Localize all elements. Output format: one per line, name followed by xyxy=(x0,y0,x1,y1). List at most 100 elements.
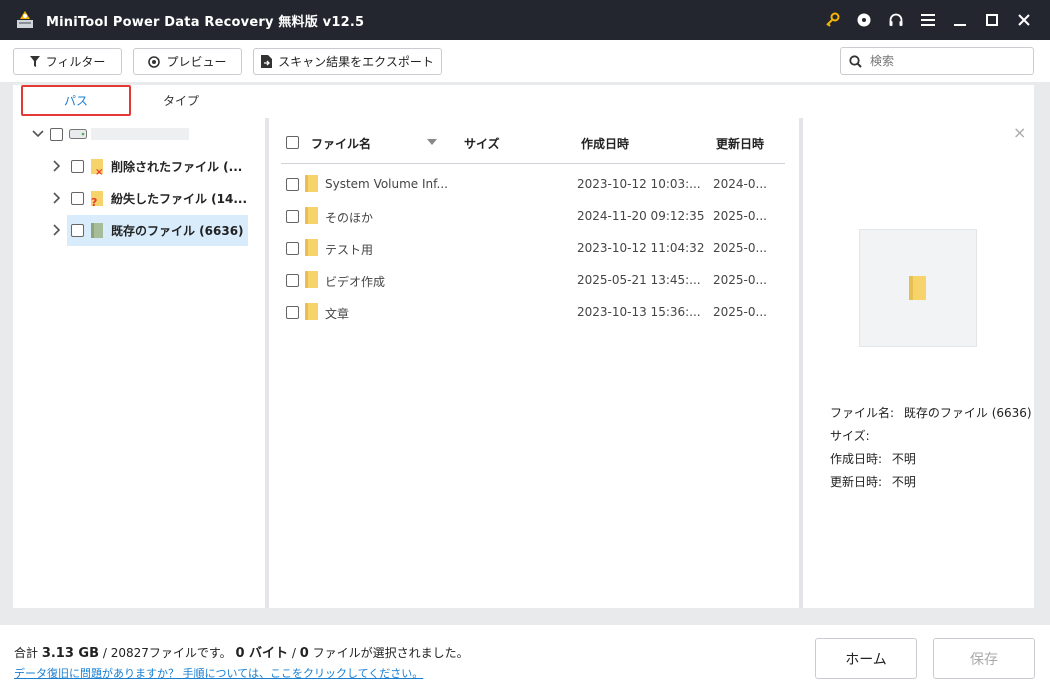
preview-close-icon[interactable]: × xyxy=(1013,123,1026,142)
lost-folder-icon: ? xyxy=(90,190,104,209)
chevron-right-icon[interactable] xyxy=(49,158,65,174)
drive-icon xyxy=(69,129,87,139)
filter-button[interactable]: フィルター xyxy=(13,48,122,75)
column-header-created[interactable]: 作成日時 xyxy=(581,135,629,152)
tree-item-lost[interactable]: ? 紛失したファイル (14... xyxy=(49,184,247,212)
list-header: ファイル名 サイズ 作成日時 更新日時 xyxy=(281,118,785,164)
filter-icon xyxy=(29,56,40,67)
tree-item-checkbox[interactable] xyxy=(71,191,84,205)
search-icon xyxy=(849,54,862,68)
preview-button[interactable]: プレビュー xyxy=(133,48,242,75)
preview-button-label: プレビュー xyxy=(166,55,227,69)
row-checkbox[interactable] xyxy=(286,274,299,287)
tree-item-label: 削除されたファイル (... xyxy=(111,159,243,174)
row-created: 2023-10-13 15:36:... xyxy=(577,305,701,319)
summary-mid: / 20827ファイルです。 xyxy=(99,646,236,660)
eye-icon xyxy=(148,55,161,68)
total-size: 3.13 GB xyxy=(41,646,100,661)
row-modified: 2025-0... xyxy=(713,241,767,255)
preview-size-label: サイズ: xyxy=(830,429,870,443)
tree-item-deleted[interactable]: × 削除されたファイル (... xyxy=(49,152,242,180)
help-link[interactable]: データ復旧に問題がありますか？ 手順については、ここをクリックしてください。 xyxy=(14,665,423,681)
tree-item-existing[interactable]: 既存のファイル (6636) xyxy=(49,216,244,244)
save-button[interactable]: 保存 xyxy=(933,638,1035,679)
tree-item-checkbox[interactable] xyxy=(71,159,84,173)
preview-name-label: ファイル名: xyxy=(830,406,895,420)
home-button[interactable]: ホーム xyxy=(815,638,917,679)
folder-icon xyxy=(305,303,318,320)
preview-modified-value: 不明 xyxy=(891,475,916,489)
chevron-down-icon[interactable] xyxy=(30,126,46,142)
headset-icon[interactable] xyxy=(880,0,912,40)
preview-name-row: ファイル名: 既存のファイル (6636) xyxy=(830,404,1032,421)
export-icon xyxy=(261,55,273,68)
search-input[interactable] xyxy=(870,54,1020,68)
folder-icon xyxy=(909,276,926,300)
minimize-icon[interactable] xyxy=(944,0,976,40)
tree-splitter[interactable] xyxy=(265,118,269,608)
chevron-right-icon[interactable] xyxy=(49,190,65,206)
scan-summary: 合計 3.13 GB / 20827ファイルです。 0 バイト / 0 ファイル… xyxy=(14,642,469,661)
preview-pane: × ファイル名: 既存のファイル (6636) サイズ: 作成日時: 不明 更新… xyxy=(803,118,1034,608)
preview-name-value: 既存のファイル (6636) xyxy=(903,406,1032,420)
svg-text:?: ? xyxy=(91,196,97,208)
results-panel: パス タイプ × 削除されたファイル (... ? 紛失したファイル (14..… xyxy=(13,85,1034,608)
tree-root[interactable] xyxy=(30,120,189,148)
table-row[interactable]: 文章 2023-10-13 15:36:... 2025-0... xyxy=(281,296,799,328)
tab-type[interactable]: タイプ xyxy=(131,85,231,116)
tree-item-label: 紛失したファイル (14... xyxy=(111,191,248,206)
app-logo-icon xyxy=(14,9,36,31)
view-tabs: パス タイプ xyxy=(13,85,1034,118)
row-created: 2025-05-21 13:45:... xyxy=(577,273,701,287)
tree-root-checkbox[interactable] xyxy=(50,127,63,141)
row-modified: 2025-0... xyxy=(713,273,767,287)
app-title: MiniTool Power Data Recovery 無料版 v12.5 xyxy=(46,14,365,30)
summary-prefix: 合計 xyxy=(14,646,42,660)
table-row[interactable]: System Volume Inf... 2023-10-12 10:03:..… xyxy=(281,168,799,200)
select-all-checkbox[interactable] xyxy=(286,136,299,149)
row-name: System Volume Inf... xyxy=(325,177,448,191)
drive-label-redacted xyxy=(91,128,189,140)
toolbar: フィルター プレビュー スキャン結果をエクスポート xyxy=(0,40,1050,82)
column-header-name[interactable]: ファイル名 xyxy=(311,135,371,152)
search-box[interactable] xyxy=(840,47,1034,75)
preview-created-row: 作成日時: 不明 xyxy=(830,450,916,467)
preview-thumbnail xyxy=(859,229,977,347)
folder-icon xyxy=(305,239,318,256)
preview-created-value: 不明 xyxy=(891,452,916,466)
export-button[interactable]: スキャン結果をエクスポート xyxy=(253,48,442,75)
disc-icon[interactable] xyxy=(848,0,880,40)
row-created: 2023-10-12 11:04:32 xyxy=(577,241,705,255)
row-checkbox[interactable] xyxy=(286,178,299,191)
selected-count: 0 xyxy=(299,646,309,661)
sort-desc-icon[interactable] xyxy=(427,139,437,145)
tree-item-checkbox[interactable] xyxy=(71,223,84,237)
key-icon[interactable] xyxy=(816,0,848,40)
summary-mid2: / xyxy=(288,646,300,660)
folder-icon xyxy=(305,271,318,288)
tab-path[interactable]: パス xyxy=(21,85,131,116)
table-row[interactable]: そのほか 2024-11-20 09:12:35 2025-0... xyxy=(281,200,799,232)
table-row[interactable]: ビデオ作成 2025-05-21 13:45:... 2025-0... xyxy=(281,264,799,296)
row-modified: 2024-0... xyxy=(713,177,767,191)
table-row[interactable]: テスト用 2023-10-12 11:04:32 2025-0... xyxy=(281,232,799,264)
row-created: 2023-10-12 10:03:... xyxy=(577,177,701,191)
title-bar: MiniTool Power Data Recovery 無料版 v12.5 xyxy=(0,0,1050,40)
deleted-folder-icon: × xyxy=(90,158,104,178)
svg-text:×: × xyxy=(95,167,103,176)
column-header-size[interactable]: サイズ xyxy=(464,135,500,152)
row-checkbox[interactable] xyxy=(286,210,299,223)
column-header-modified[interactable]: 更新日時 xyxy=(716,135,764,152)
chevron-right-icon[interactable] xyxy=(49,222,65,238)
filter-button-label: フィルター xyxy=(45,55,106,69)
menu-icon[interactable] xyxy=(912,0,944,40)
close-icon[interactable] xyxy=(1008,0,1040,40)
preview-size-row: サイズ: xyxy=(830,427,876,444)
maximize-icon[interactable] xyxy=(976,0,1008,40)
folder-icon xyxy=(305,175,318,192)
summary-suffix: ファイルが選択されました。 xyxy=(308,646,469,660)
row-checkbox[interactable] xyxy=(286,242,299,255)
folder-tree: × 削除されたファイル (... ? 紛失したファイル (14... 既存のファ… xyxy=(13,118,265,608)
row-checkbox[interactable] xyxy=(286,306,299,319)
row-name: 文章 xyxy=(325,307,350,321)
